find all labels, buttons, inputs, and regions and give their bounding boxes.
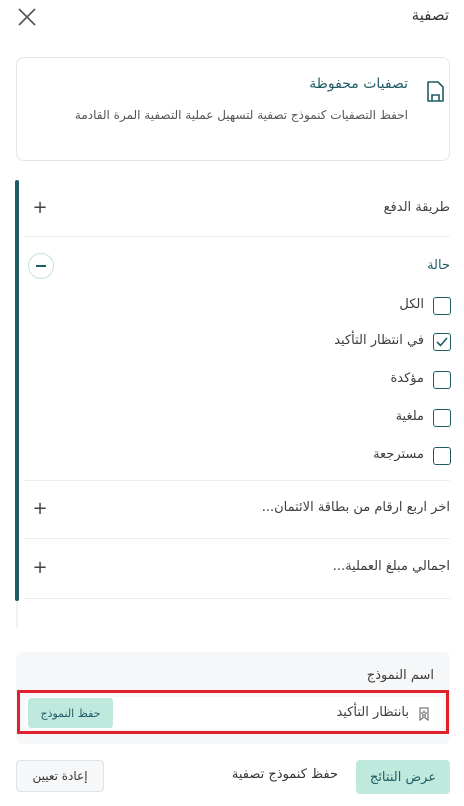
saved-filters-title: تصفيات محفوظة bbox=[309, 76, 408, 92]
expand-card-last-four-button[interactable]: + bbox=[28, 496, 52, 520]
saved-filter-icon bbox=[424, 80, 446, 104]
divider bbox=[24, 480, 450, 481]
section-card-last-four-label: اخر اربع ارقام من بطاقة الائتمان... bbox=[261, 500, 450, 515]
divider bbox=[24, 538, 450, 539]
expand-payment-method-button[interactable]: + bbox=[28, 195, 52, 219]
collapse-status-button[interactable] bbox=[28, 253, 54, 279]
checkbox-confirmed[interactable] bbox=[433, 371, 451, 389]
show-results-button[interactable]: عرض النتائج bbox=[356, 760, 450, 794]
checkbox-all-label: الكل bbox=[399, 297, 424, 312]
expand-total-amount-button[interactable]: + bbox=[28, 555, 52, 579]
template-name-label: اسم النموذج bbox=[366, 668, 434, 683]
divider bbox=[24, 598, 450, 599]
scrollbar-thumb[interactable] bbox=[15, 180, 19, 601]
checkbox-refunded[interactable] bbox=[433, 447, 451, 465]
reset-button[interactable]: إعادة تعيين bbox=[16, 760, 104, 792]
checkbox-confirmed-label: مؤكدة bbox=[390, 371, 424, 386]
section-total-amount-label: اجمالي مبلغ العملية... bbox=[332, 559, 450, 574]
checkbox-cancelled[interactable] bbox=[433, 409, 451, 427]
highlight-frame bbox=[17, 690, 449, 734]
checkbox-pending-label: في انتظار التأكيد bbox=[334, 333, 424, 348]
divider bbox=[24, 236, 450, 237]
check-icon bbox=[436, 337, 448, 347]
saved-filters-description: احفظ التصفيات كنموذج تصفية لتسهيل عملية … bbox=[74, 108, 408, 122]
checkbox-pending[interactable] bbox=[433, 333, 451, 351]
checkbox-all[interactable] bbox=[433, 297, 451, 315]
section-payment-method-label: طريقة الدفع bbox=[383, 200, 450, 215]
checkbox-cancelled-label: ملغية bbox=[395, 409, 424, 424]
close-icon[interactable] bbox=[16, 6, 38, 28]
section-status-label: حالة bbox=[427, 258, 450, 273]
save-as-template-button[interactable]: حفظ كنموذج تصفية bbox=[232, 767, 338, 782]
checkbox-refunded-label: مسترجعة bbox=[373, 447, 424, 462]
page-title: تصفية bbox=[411, 6, 449, 24]
